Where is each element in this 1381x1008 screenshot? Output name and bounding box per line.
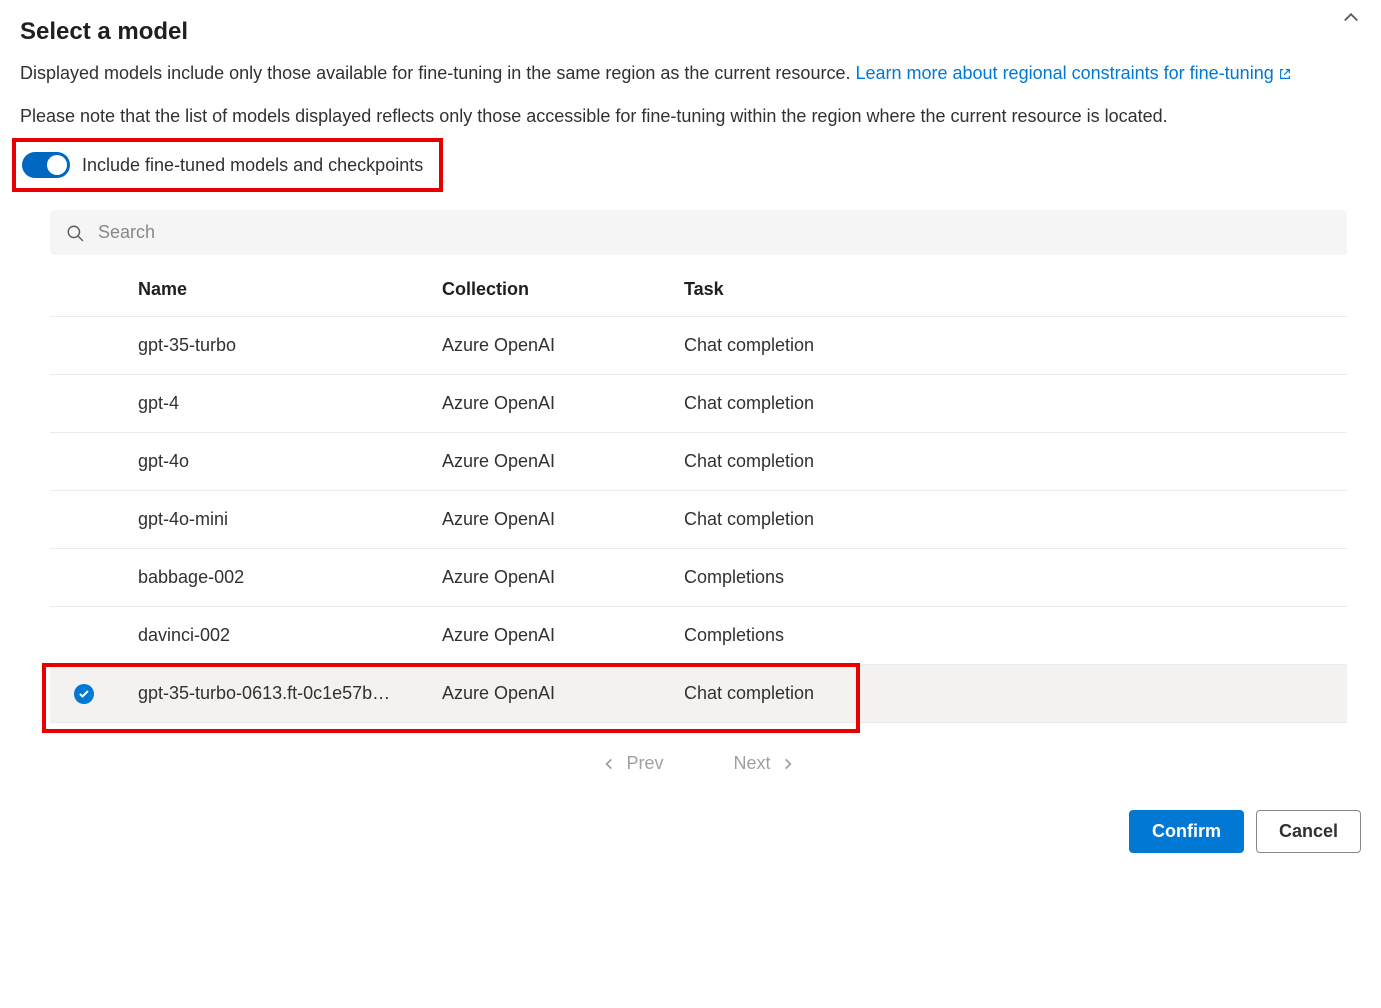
cell-name: gpt-4o	[138, 451, 442, 472]
prev-button[interactable]: Prev	[602, 753, 663, 774]
note-text: Please note that the list of models disp…	[20, 103, 1361, 130]
collapse-chevron-icon[interactable]	[1341, 8, 1361, 28]
description-prefix: Displayed models include only those avai…	[20, 63, 855, 83]
cell-task: Chat completion	[684, 393, 1347, 414]
cell-collection: Azure OpenAI	[442, 335, 684, 356]
next-button[interactable]: Next	[734, 753, 795, 774]
cell-name: gpt-35-turbo-0613.ft-0c1e57b…	[138, 683, 442, 704]
table-row[interactable]: davinci-002 Azure OpenAI Completions	[50, 607, 1347, 665]
table-row[interactable]: babbage-002 Azure OpenAI Completions	[50, 549, 1347, 607]
learn-more-link[interactable]: Learn more about regional constraints fo…	[855, 63, 1291, 83]
cell-name: gpt-35-turbo	[138, 335, 442, 356]
chevron-left-icon	[602, 757, 616, 771]
cell-name: gpt-4	[138, 393, 442, 414]
cell-collection: Azure OpenAI	[442, 509, 684, 530]
model-table: Name Collection Task gpt-35-turbo Azure …	[50, 263, 1347, 723]
table-row[interactable]: gpt-35-turbo-0613.ft-0c1e57b… Azure Open…	[50, 665, 1347, 723]
cell-task: Chat completion	[684, 683, 1347, 704]
cell-collection: Azure OpenAI	[442, 393, 684, 414]
table-row[interactable]: gpt-4 Azure OpenAI Chat completion	[50, 375, 1347, 433]
cell-task: Chat completion	[684, 335, 1347, 356]
cell-task: Completions	[684, 567, 1347, 588]
confirm-button[interactable]: Confirm	[1129, 810, 1244, 853]
cancel-button[interactable]: Cancel	[1256, 810, 1361, 853]
table-row[interactable]: gpt-4o Azure OpenAI Chat completion	[50, 433, 1347, 491]
column-header-task[interactable]: Task	[684, 279, 1347, 300]
description-text: Displayed models include only those avai…	[20, 60, 1361, 89]
cell-task: Chat completion	[684, 451, 1347, 472]
cell-collection: Azure OpenAI	[442, 451, 684, 472]
column-header-collection[interactable]: Collection	[442, 279, 684, 300]
toggle-highlight-box: Include fine-tuned models and checkpoint…	[12, 138, 443, 192]
cell-task: Chat completion	[684, 509, 1347, 530]
search-box[interactable]	[50, 210, 1347, 255]
include-finetuned-toggle[interactable]	[22, 152, 70, 178]
page-title: Select a model	[20, 18, 1361, 46]
cell-name: davinci-002	[138, 625, 442, 646]
cell-name: gpt-4o-mini	[138, 509, 442, 530]
external-link-icon	[1278, 62, 1292, 89]
column-header-name[interactable]: Name	[138, 279, 442, 300]
selected-check-icon	[74, 684, 94, 704]
toggle-knob	[47, 155, 67, 175]
table-row[interactable]: gpt-35-turbo Azure OpenAI Chat completio…	[50, 317, 1347, 375]
chevron-right-icon	[781, 757, 795, 771]
cell-task: Completions	[684, 625, 1347, 646]
table-row[interactable]: gpt-4o-mini Azure OpenAI Chat completion	[50, 491, 1347, 549]
search-input[interactable]	[98, 222, 1331, 243]
cell-collection: Azure OpenAI	[442, 625, 684, 646]
cell-name: babbage-002	[138, 567, 442, 588]
search-icon	[66, 224, 84, 242]
toggle-label: Include fine-tuned models and checkpoint…	[82, 155, 423, 176]
footer-actions: Confirm Cancel	[20, 792, 1361, 853]
pagination: Prev Next	[50, 723, 1347, 792]
cell-collection: Azure OpenAI	[442, 683, 684, 704]
cell-collection: Azure OpenAI	[442, 567, 684, 588]
table-header: Name Collection Task	[50, 263, 1347, 317]
